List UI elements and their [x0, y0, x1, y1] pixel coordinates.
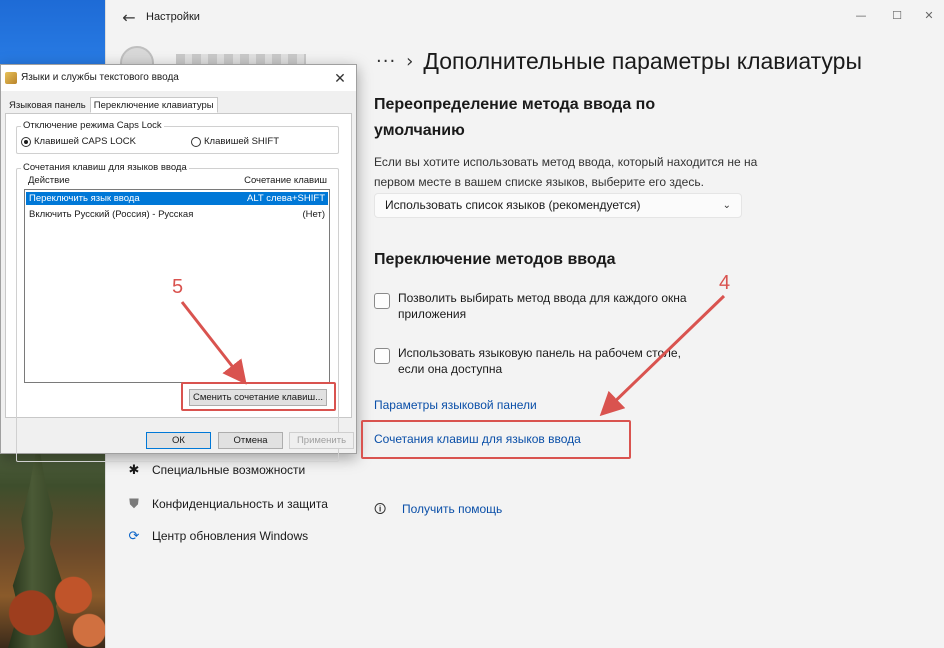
- dialog-close-icon[interactable]: ✕: [330, 68, 350, 88]
- capslock-group: Отключение режима Caps Lock Клавишей CAP…: [16, 120, 339, 154]
- dialog-tabs: Языковая панель Переключение клавиатуры: [5, 97, 218, 113]
- back-arrow-icon[interactable]: ←: [118, 8, 140, 28]
- breadcrumb: ··· › Дополнительные параметры клавиатур…: [376, 44, 862, 78]
- list-item-action: Включить Русский (Россия) - Русская: [29, 209, 194, 220]
- apply-button: Применить: [289, 432, 354, 449]
- tab-keyboard-switching[interactable]: Переключение клавиатуры: [89, 97, 218, 113]
- list-item[interactable]: Включить Русский (Россия) - Русская (Нет…: [26, 208, 328, 221]
- get-help-link[interactable]: Получить помощь: [402, 502, 502, 516]
- section-heading-default-input: Переопределение метода ввода по умолчани…: [374, 92, 655, 144]
- group-title: Отключение режима Caps Lock: [21, 120, 164, 131]
- dropdown-value: Использовать список языков (рекомендуетс…: [385, 198, 641, 212]
- dialog-titlebar: Языки и службы текстового ввода ✕: [1, 65, 356, 91]
- checkbox-label: Использовать языковую панель на рабочем …: [398, 346, 681, 376]
- chevron-down-icon: ⌄: [722, 200, 731, 211]
- nav-item-privacy[interactable]: ⛊ Конфиденциальность и защита: [126, 496, 328, 512]
- checkbox[interactable]: [374, 293, 390, 309]
- minimize-icon[interactable]: —: [846, 6, 876, 26]
- checkbox-per-app-input[interactable]: Позволить выбирать метод ввода для каждо…: [374, 290, 708, 322]
- radio-label: Клавишей CAPS LOCK: [34, 136, 136, 147]
- nav-item-label: Конфиденциальность и защита: [152, 497, 328, 511]
- breadcrumb-more[interactable]: ···: [376, 51, 396, 72]
- section-description: Если вы хотите использовать метод ввода,…: [374, 152, 757, 192]
- annotation-box-change-button: [181, 382, 336, 411]
- description-line1: Если вы хотите использовать метод ввода,…: [374, 155, 758, 169]
- tab-language-bar[interactable]: Языковая панель: [5, 97, 90, 113]
- cancel-button[interactable]: Отмена: [218, 432, 283, 449]
- accessibility-icon: ✱: [128, 462, 140, 477]
- list-item-action: Переключить язык ввода: [29, 193, 140, 204]
- dialog-title: Языки и службы текстового ввода: [21, 72, 179, 83]
- nav-item-label: Центр обновления Windows: [152, 529, 309, 543]
- section-heading-line1: Переопределение метода ввода по: [374, 96, 656, 113]
- close-icon[interactable]: ✕: [914, 6, 944, 26]
- maximize-icon[interactable]: ☐: [882, 6, 912, 26]
- ok-button[interactable]: ОК: [146, 432, 211, 449]
- help-icon: 🛈: [374, 502, 387, 516]
- nav-item-label: Специальные возможности: [152, 463, 306, 477]
- update-icon: ⟳: [128, 528, 140, 543]
- input-method-dropdown[interactable]: Использовать список языков (рекомендуетс…: [374, 193, 742, 218]
- annotation-number-4: 4: [719, 272, 731, 294]
- column-action: Действие: [28, 175, 70, 186]
- section-heading-line2: умолчанию: [374, 122, 465, 139]
- section-heading-switching: Переключение методов ввода: [374, 251, 616, 268]
- get-help-row[interactable]: 🛈 Получить помощь: [374, 502, 502, 516]
- list-item-shortcut: ALT слева+SHIFT: [247, 193, 325, 204]
- nav-item-windows-update[interactable]: ⟳ Центр обновления Windows: [126, 528, 309, 544]
- annotation-number-5: 5: [172, 276, 184, 298]
- page-title: Дополнительные параметры клавиатуры: [423, 47, 862, 74]
- checkbox-desktop-language-bar[interactable]: Использовать языковую панель на рабочем …: [374, 345, 708, 377]
- checkbox[interactable]: [374, 348, 390, 364]
- group-title: Сочетания клавиш для языков ввода: [21, 162, 189, 173]
- radio-label: Клавишей SHIFT: [204, 136, 280, 147]
- list-item-shortcut: (Нет): [302, 209, 325, 220]
- nav-item-accessibility[interactable]: ✱ Специальные возможности: [126, 462, 306, 478]
- app-title: Настройки: [146, 11, 200, 23]
- checkbox-label: Позволить выбирать метод ввода для каждо…: [398, 291, 687, 321]
- wallpaper-foliage: [0, 560, 105, 648]
- column-shortcut: Сочетание клавиш: [244, 175, 327, 186]
- description-line2: первом месте в вашем списке языков, выбе…: [374, 175, 704, 189]
- radio-capslock[interactable]: Клавишей CAPS LOCK: [21, 136, 136, 147]
- settings-titlebar: ← Настройки — ☐ ✕: [106, 0, 944, 36]
- keyboard-settings-icon: [5, 72, 17, 84]
- chevron-right-icon: ›: [406, 50, 414, 72]
- list-item[interactable]: Переключить язык ввода ALT слева+SHIFT: [26, 192, 328, 205]
- shield-icon: ⛊: [129, 496, 139, 511]
- radio-button[interactable]: [191, 136, 201, 147]
- radio-button[interactable]: [21, 136, 31, 147]
- radio-shift[interactable]: Клавишей SHIFT: [191, 136, 279, 147]
- language-bar-options-link[interactable]: Параметры языковой панели: [374, 398, 537, 412]
- annotation-box-hotkeys-link: [361, 420, 631, 459]
